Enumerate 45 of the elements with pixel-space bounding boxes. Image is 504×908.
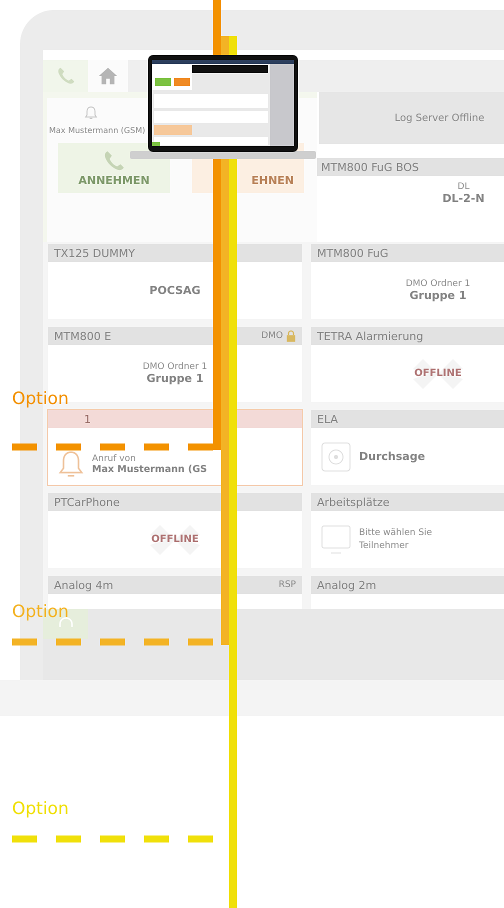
card-title: TETRA Alarmierung xyxy=(317,330,424,342)
device-card[interactable]: ELA Durchsage xyxy=(311,410,504,485)
offline-label: OFFLINE xyxy=(151,534,199,545)
card-title: MTM800 E xyxy=(54,330,112,342)
device-card[interactable]: Analog 4m RSP xyxy=(48,576,302,609)
folder-label: DMO Ordner 1 xyxy=(406,279,470,289)
card-title: Analog 4m xyxy=(54,578,114,592)
device-card[interactable]: MTM800 FuG DMO Ordner 1 Gruppe 1 xyxy=(311,244,504,319)
card-title: ELA xyxy=(317,412,338,426)
card-title: MTM800 FuG xyxy=(317,246,388,260)
offline-label: OFFLINE xyxy=(414,368,462,379)
home-tab[interactable] xyxy=(88,60,128,92)
channel-label: DL xyxy=(458,182,470,192)
phone-tab[interactable] xyxy=(43,60,88,92)
channel-value: DL-2-N xyxy=(442,192,485,205)
speaker-icon xyxy=(321,442,351,472)
caller-name: Max Mustermann (GS xyxy=(92,464,207,474)
device-card[interactable]: PTCarPhone OFFLINE xyxy=(48,493,302,568)
card-title: PTCarPhone xyxy=(54,496,120,508)
option-label: Option xyxy=(12,800,69,818)
card-title: MTM800 FuG BOS xyxy=(321,160,419,174)
status-banner: Log Server Offline xyxy=(319,92,504,144)
call-caption: Anruf von xyxy=(92,454,136,464)
home-icon xyxy=(97,65,119,87)
monitor-icon xyxy=(321,524,351,554)
mode-label: POCSAG xyxy=(149,284,201,297)
prompt-text: Bitte wählen Sie Teilnehmer xyxy=(359,526,434,552)
card-title: Analog 2m xyxy=(317,578,376,592)
device-card[interactable]: Analog 2m xyxy=(311,576,504,609)
group-label: Gruppe 1 xyxy=(146,372,204,385)
group-label: Gruppe 1 xyxy=(410,289,466,302)
card-title: 1 xyxy=(83,412,91,426)
bell-icon xyxy=(83,104,99,122)
card-title: Arbeitsplätze xyxy=(317,496,390,508)
announcement-label: Durchsage xyxy=(359,450,426,463)
device-card[interactable]: Arbeitsplätze Bitte wählen Sie Teilnehmer xyxy=(311,493,504,568)
card-title: TX125 DUMMY xyxy=(54,246,135,260)
accept-button[interactable]: ANNEHMEN xyxy=(58,143,170,193)
device-card[interactable]: TETRA Alarmierung OFFLINE xyxy=(311,327,504,402)
mode-tag: RSP xyxy=(278,580,296,590)
folder-label: DMO Ordner 1 xyxy=(142,362,208,372)
caller-name: Max Mustermann (GSM) xyxy=(49,126,146,135)
bell-icon xyxy=(58,449,84,479)
mode-tag: DMO xyxy=(261,331,283,341)
device-card[interactable]: TX125 DUMMY POCSAG xyxy=(48,244,302,319)
